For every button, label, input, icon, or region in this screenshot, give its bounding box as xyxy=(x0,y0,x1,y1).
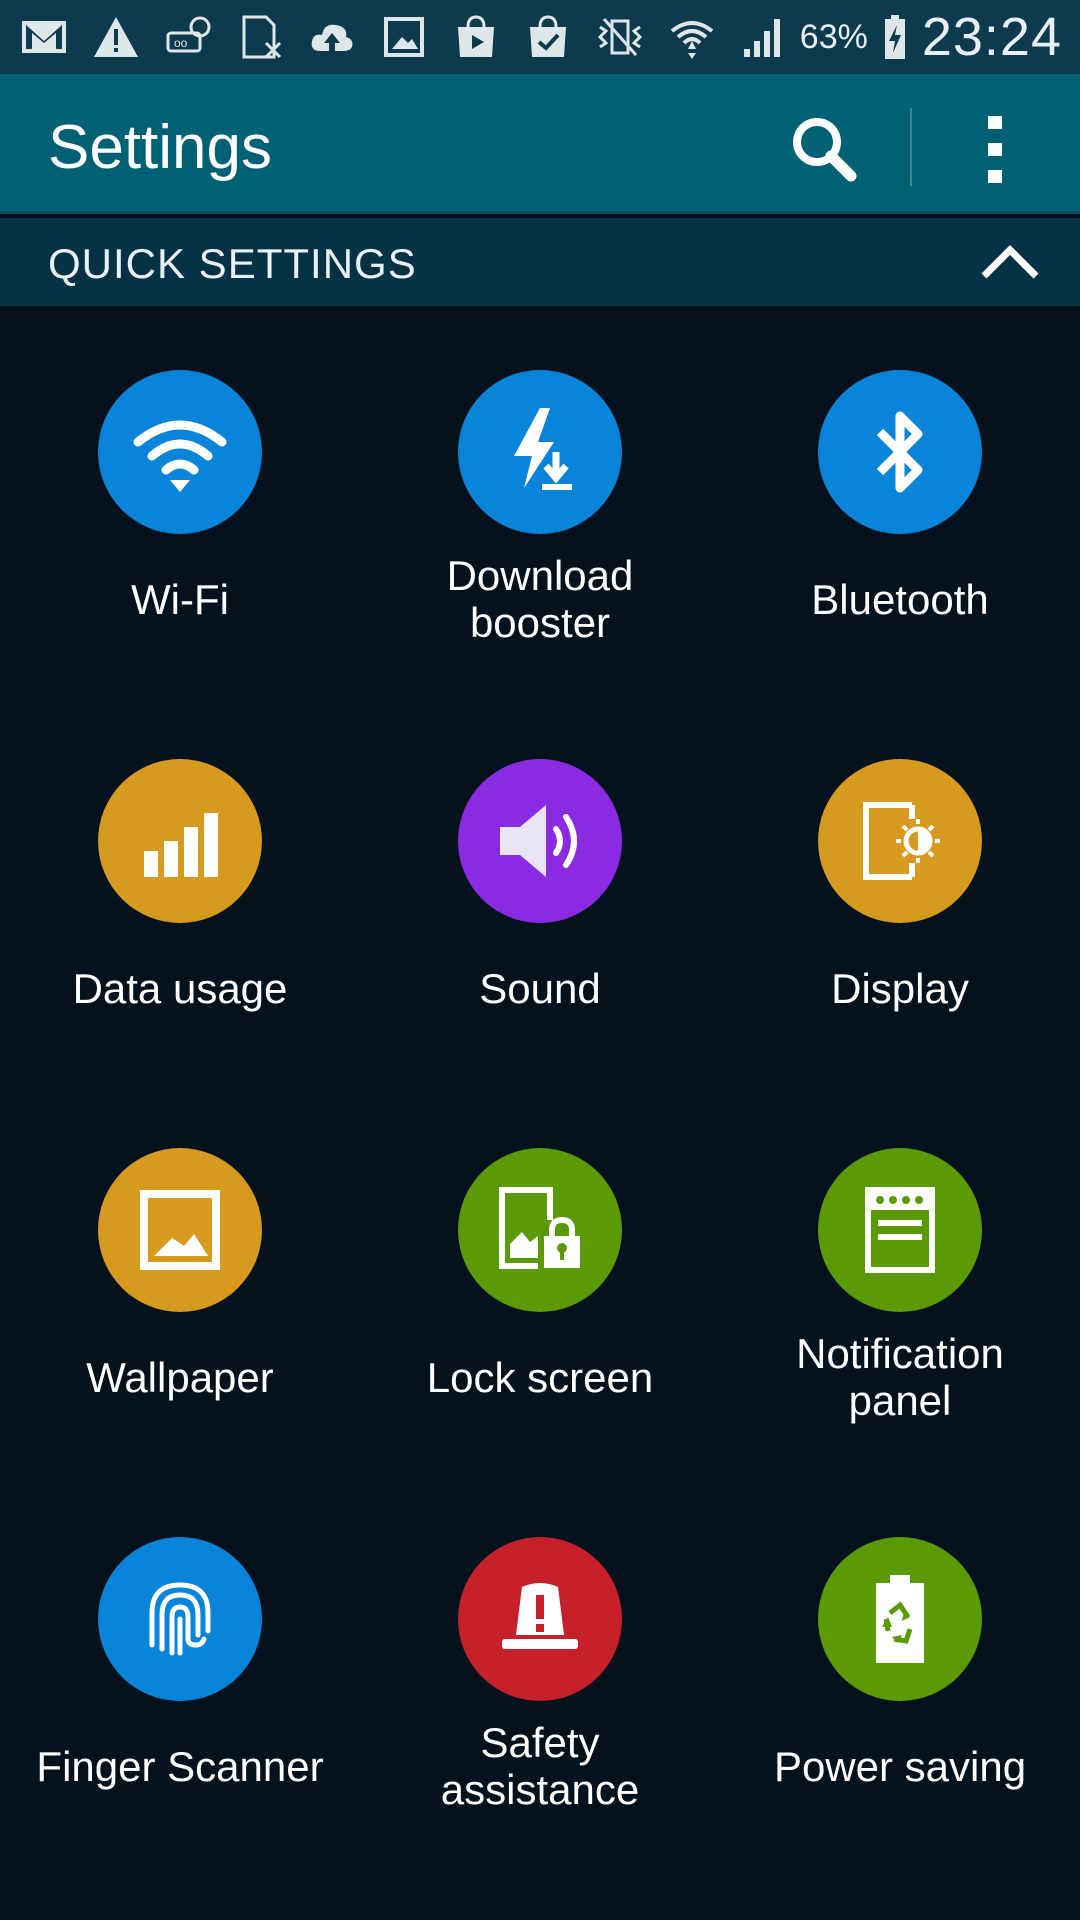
vibrate-icon xyxy=(594,11,646,63)
tile-label: Sound xyxy=(479,965,601,1012)
image-icon xyxy=(378,11,430,63)
section-title: QUICK SETTINGS xyxy=(48,240,417,287)
signal-icon xyxy=(738,11,790,63)
tile-wallpaper[interactable]: Wallpaper xyxy=(0,1096,360,1484)
tile-wifi[interactable]: Wi-Fi xyxy=(0,318,360,706)
tile-download-booster[interactable]: Download booster xyxy=(360,318,720,706)
lock-screen-icon xyxy=(458,1148,622,1312)
tile-label: Bluetooth xyxy=(811,576,989,623)
gmail-icon xyxy=(18,11,70,63)
speaker-icon xyxy=(458,759,622,923)
quick-settings-header[interactable]: QUICK SETTINGS xyxy=(0,218,1080,306)
tile-display[interactable]: Display xyxy=(720,707,1080,1095)
tile-bluetooth[interactable]: Bluetooth xyxy=(720,318,1080,706)
more-vert-icon xyxy=(988,116,1002,183)
wifi-icon xyxy=(98,370,262,534)
tile-lock-screen[interactable]: Lock screen xyxy=(360,1096,720,1484)
action-bar-divider xyxy=(910,108,912,186)
clock: 23:24 xyxy=(921,7,1062,67)
battery-percent: 63% xyxy=(799,17,868,56)
tile-sound[interactable]: Sound xyxy=(360,707,720,1095)
page-title: Settings xyxy=(48,113,273,182)
bluetooth-icon xyxy=(818,370,982,534)
tile-label: Notification panel xyxy=(796,1330,1004,1424)
display-icon xyxy=(818,759,982,923)
svg-text:oo: oo xyxy=(174,36,188,50)
battery-charging-icon xyxy=(878,11,912,63)
tile-data-usage[interactable]: Data usage xyxy=(0,707,360,1095)
cloud-upload-icon xyxy=(306,11,358,63)
tile-label: Lock screen xyxy=(426,1354,654,1401)
tile-label: Safety assistance xyxy=(440,1719,640,1813)
notification-panel-icon xyxy=(818,1148,982,1312)
tile-notification-panel[interactable]: Notification panel xyxy=(720,1096,1080,1484)
shopping-bag-check-icon xyxy=(522,11,574,63)
wallpaper-icon xyxy=(98,1148,262,1312)
tile-label: Download booster xyxy=(446,552,634,646)
warning-icon xyxy=(90,11,142,63)
tile-safety-assistance[interactable]: Safety assistance xyxy=(360,1485,720,1873)
action-bar: Settings xyxy=(0,74,1080,214)
tile-finger-scanner[interactable]: Finger Scanner xyxy=(0,1485,360,1873)
status-bar: oo 63% 23:24 xyxy=(0,0,1080,74)
tile-label: Data usage xyxy=(72,965,288,1012)
tile-label: Wallpaper xyxy=(86,1354,274,1401)
tile-power-saving[interactable]: Power saving xyxy=(720,1485,1080,1873)
chevron-up-icon[interactable] xyxy=(978,240,1042,284)
power-saving-icon xyxy=(818,1537,982,1701)
download-booster-icon xyxy=(458,370,622,534)
search-icon xyxy=(793,118,857,182)
play-store-icon xyxy=(450,11,502,63)
more-options-button[interactable] xyxy=(965,110,1025,190)
tile-label: Wi-Fi xyxy=(131,576,229,623)
fingerprint-icon xyxy=(98,1537,262,1701)
safety-alarm-icon xyxy=(458,1537,622,1701)
wifi-status-icon xyxy=(666,11,718,63)
tile-label: Power saving xyxy=(773,1743,1027,1790)
data-usage-icon xyxy=(98,759,262,923)
voicemail-icon: oo xyxy=(162,11,214,63)
tile-label: Finger Scanner xyxy=(36,1743,324,1790)
sim-missing-icon xyxy=(234,11,286,63)
tile-label: Display xyxy=(831,965,969,1012)
search-button[interactable] xyxy=(785,110,865,190)
